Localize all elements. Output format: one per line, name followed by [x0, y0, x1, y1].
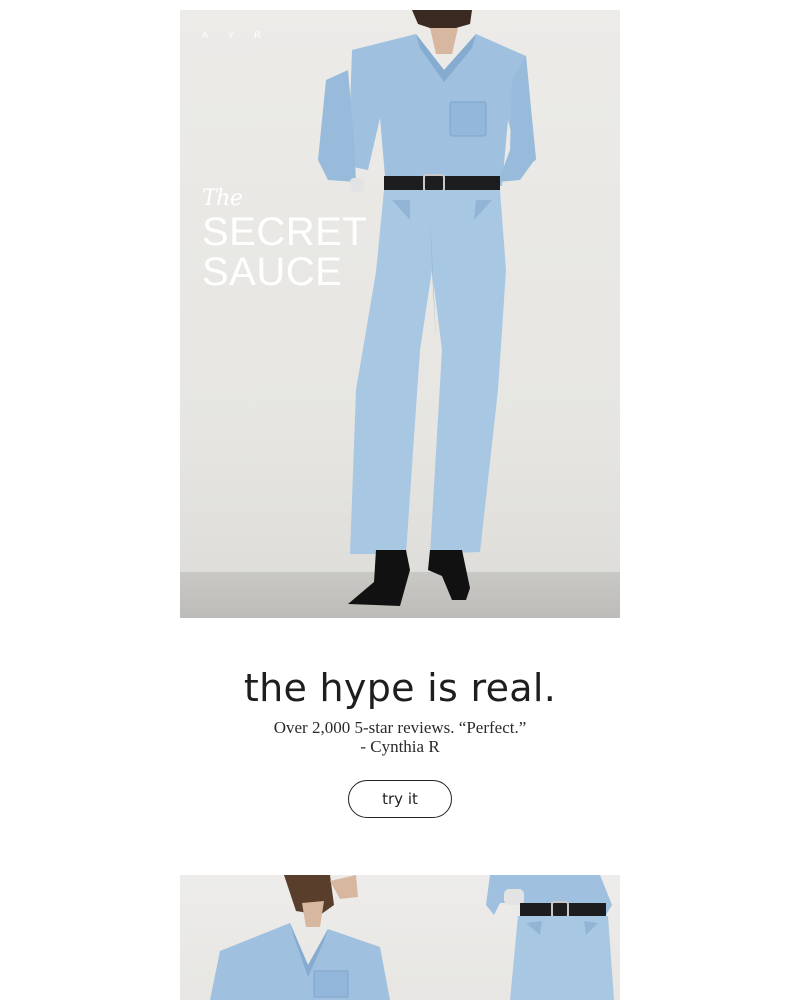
hero-image[interactable]: A Y R The SECRET SAUCE — [180, 10, 620, 618]
review-quote: Over 2,000 5-star reviews. “Perfect.” - … — [0, 718, 800, 756]
headline-the: The — [202, 186, 243, 211]
model-figure — [318, 10, 536, 606]
headline-secret: SECRET — [202, 210, 368, 254]
try-it-button[interactable]: try it — [348, 780, 452, 818]
tile-right-image[interactable] — [400, 875, 620, 1000]
tagline: the hype is real. — [243, 666, 557, 710]
tile-left-image[interactable] — [180, 875, 400, 1000]
hero-headline: The SECRET SAUCE — [202, 186, 367, 292]
product-tiles — [180, 875, 620, 1000]
promo-copy: the hype is real. Over 2,000 5-star revi… — [0, 660, 800, 818]
headline-sauce: SAUCE — [202, 250, 343, 294]
review-author: - Cynthia R — [360, 737, 440, 756]
tile-right-figure — [486, 875, 614, 1000]
review-line-1: Over 2,000 5-star reviews. “Perfect.” — [273, 718, 527, 737]
brand-logo: A Y R — [202, 30, 270, 40]
tile-left-figure — [210, 875, 390, 1000]
